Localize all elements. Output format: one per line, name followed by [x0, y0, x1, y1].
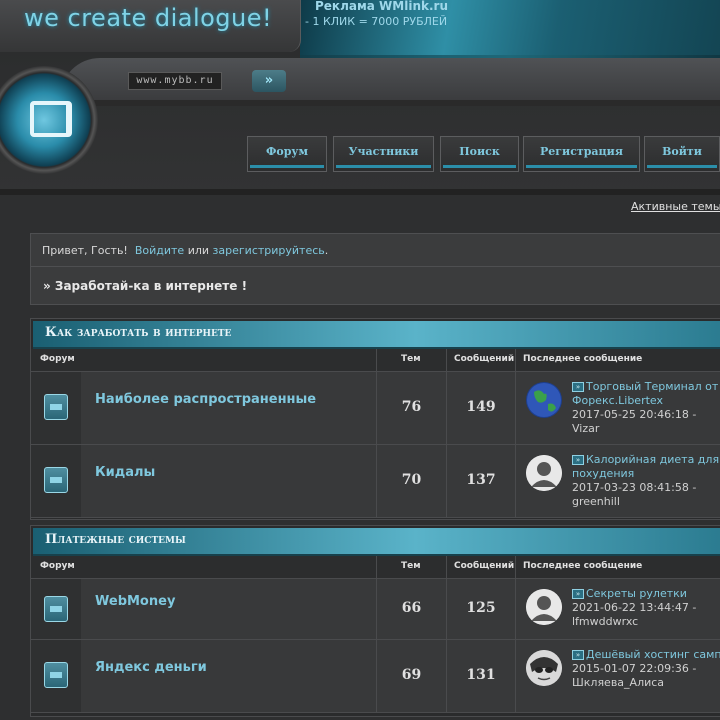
category-title[interactable]: Как заработать в интернете	[45, 325, 231, 340]
ad-title[interactable]: Реклама WMlink.ru	[315, 0, 448, 13]
topics-count: 76	[401, 399, 422, 415]
nav-users[interactable]: Участники	[333, 136, 434, 172]
greeting-text: Привет, Гость!	[42, 244, 128, 257]
col-last: Последнее сообщение	[523, 354, 643, 364]
nav-search[interactable]: Поиск	[440, 136, 519, 172]
col-topics: Тем	[401, 561, 421, 571]
post-link-icon: »	[572, 650, 584, 660]
forum-icon	[44, 394, 68, 420]
avatar[interactable]	[526, 589, 562, 625]
last-post-date: 2015-01-07 22:09:36 -	[572, 662, 697, 675]
post-link-icon: »	[572, 455, 584, 465]
last-post-date: 2021-06-22 13:44:47 -	[572, 601, 697, 614]
nav-register[interactable]: Регистрация	[523, 136, 640, 172]
double-arrow-icon[interactable]: »	[252, 70, 286, 92]
avatar[interactable]	[526, 455, 562, 491]
avatar[interactable]	[526, 650, 562, 686]
site-url: www.mybb.ru	[128, 72, 222, 90]
active-topics-link[interactable]: Активные темы	[631, 200, 720, 213]
category-title[interactable]: Платежные системы	[45, 532, 186, 547]
col-posts: Сообщений	[454, 561, 515, 571]
posts-count: 137	[466, 472, 496, 488]
last-post-link[interactable]: Торговый Терминал от Форекс.Libertex	[572, 380, 718, 407]
topics-count: 70	[401, 472, 422, 488]
forum-link[interactable]: Кидалы	[95, 465, 155, 480]
ad-subtitle[interactable]: - 1 КЛИК = 7000 РУБЛЕЙ	[305, 15, 447, 28]
logo-glyph-icon	[30, 101, 72, 137]
forum-link[interactable]: WebMoney	[95, 594, 175, 609]
last-post-user[interactable]: Шкляева_Алиса	[572, 676, 664, 689]
last-post-user[interactable]: lfmwddwrxc	[572, 615, 638, 628]
col-forum: Форум	[40, 561, 75, 571]
posts-count: 149	[466, 399, 496, 415]
forum-row[interactable]: Кидалы 70 137 » Калорийная диета для поху…	[31, 445, 720, 518]
site-logo-text: we create dialogue!	[24, 4, 273, 32]
forum-icon	[44, 467, 68, 493]
avatar[interactable]	[526, 382, 562, 418]
register-link[interactable]: зарегистрируйтесь	[213, 244, 325, 257]
site-header: Реклама WMlink.ru - 1 КЛИК = 7000 РУБЛЕЙ…	[0, 0, 720, 195]
column-headers: Форум Тем Сообщений Последнее сообщение	[31, 349, 720, 372]
welcome-box: Привет, Гость! Войдите или зарегистрируй…	[30, 233, 720, 305]
forum-link[interactable]: Яндекс деньги	[95, 660, 207, 675]
posts-count: 131	[466, 667, 496, 683]
topics-count: 69	[401, 667, 422, 683]
col-posts: Сообщений	[454, 354, 515, 364]
forum-link[interactable]: Наиболее распространенные	[95, 392, 316, 407]
last-post: » Торговый Терминал от Форекс.Libertex 20…	[572, 380, 720, 436]
topics-count: 66	[401, 600, 422, 616]
col-last: Последнее сообщение	[523, 561, 643, 571]
last-post-link[interactable]: Калорийная диета для похудения	[572, 453, 719, 480]
logo-panel: we create dialogue!	[0, 0, 301, 52]
last-post: » Дешёвый хостинг сампа 2015-01-07 22:09:…	[572, 648, 720, 690]
forum-icon	[44, 662, 68, 688]
forum-icon	[44, 596, 68, 622]
divider	[0, 189, 720, 195]
announcement: » Заработай-ка в интернете !	[43, 279, 248, 293]
forum-row[interactable]: WebMoney 66 125 » Секреты рулетки 2021-06…	[31, 579, 720, 640]
or-text: или	[187, 244, 210, 257]
welcome-line: Привет, Гость! Войдите или зарегистрируй…	[42, 244, 328, 257]
forum-row[interactable]: Яндекс деньги 69 131 » Дешёвый хостинг са…	[31, 640, 720, 713]
divider	[31, 266, 720, 267]
post-link-icon: »	[572, 382, 584, 392]
last-post-date: 2017-03-23 08:41:58 -	[572, 481, 697, 494]
col-topics: Тем	[401, 354, 421, 364]
period-text: .	[324, 244, 329, 257]
category-header: Платежные системы	[33, 528, 720, 556]
posts-count: 125	[466, 600, 496, 616]
category-earn-online: Как заработать в интернете Форум Тем Соо…	[30, 318, 720, 520]
last-post-link[interactable]: Дешёвый хостинг сампа	[586, 648, 720, 661]
last-post-user[interactable]: Vizar	[572, 422, 599, 435]
category-payment-systems: Платежные системы Форум Тем Сообщений По…	[30, 525, 720, 717]
category-header: Как заработать в интернете	[33, 321, 720, 349]
last-post: » Секреты рулетки 2021-06-22 13:44:47 - l…	[572, 587, 720, 629]
column-headers: Форум Тем Сообщений Последнее сообщение	[31, 556, 720, 579]
post-link-icon: »	[572, 589, 584, 599]
last-post-user[interactable]: greenhill	[572, 495, 620, 508]
nav-login[interactable]: Войти	[644, 136, 720, 172]
col-forum: Форум	[40, 354, 75, 364]
last-post-date: 2017-05-25 20:46:18 -	[572, 408, 697, 421]
nav-forum[interactable]: Форум	[247, 136, 327, 172]
last-post: » Калорийная диета для похудения 2017-03-…	[572, 453, 720, 509]
login-link[interactable]: Войдите	[135, 244, 184, 257]
last-post-link[interactable]: Секреты рулетки	[586, 587, 687, 600]
divider	[80, 100, 720, 106]
forum-row[interactable]: Наиболее распространенные 76 149 » Торгов…	[31, 372, 720, 445]
